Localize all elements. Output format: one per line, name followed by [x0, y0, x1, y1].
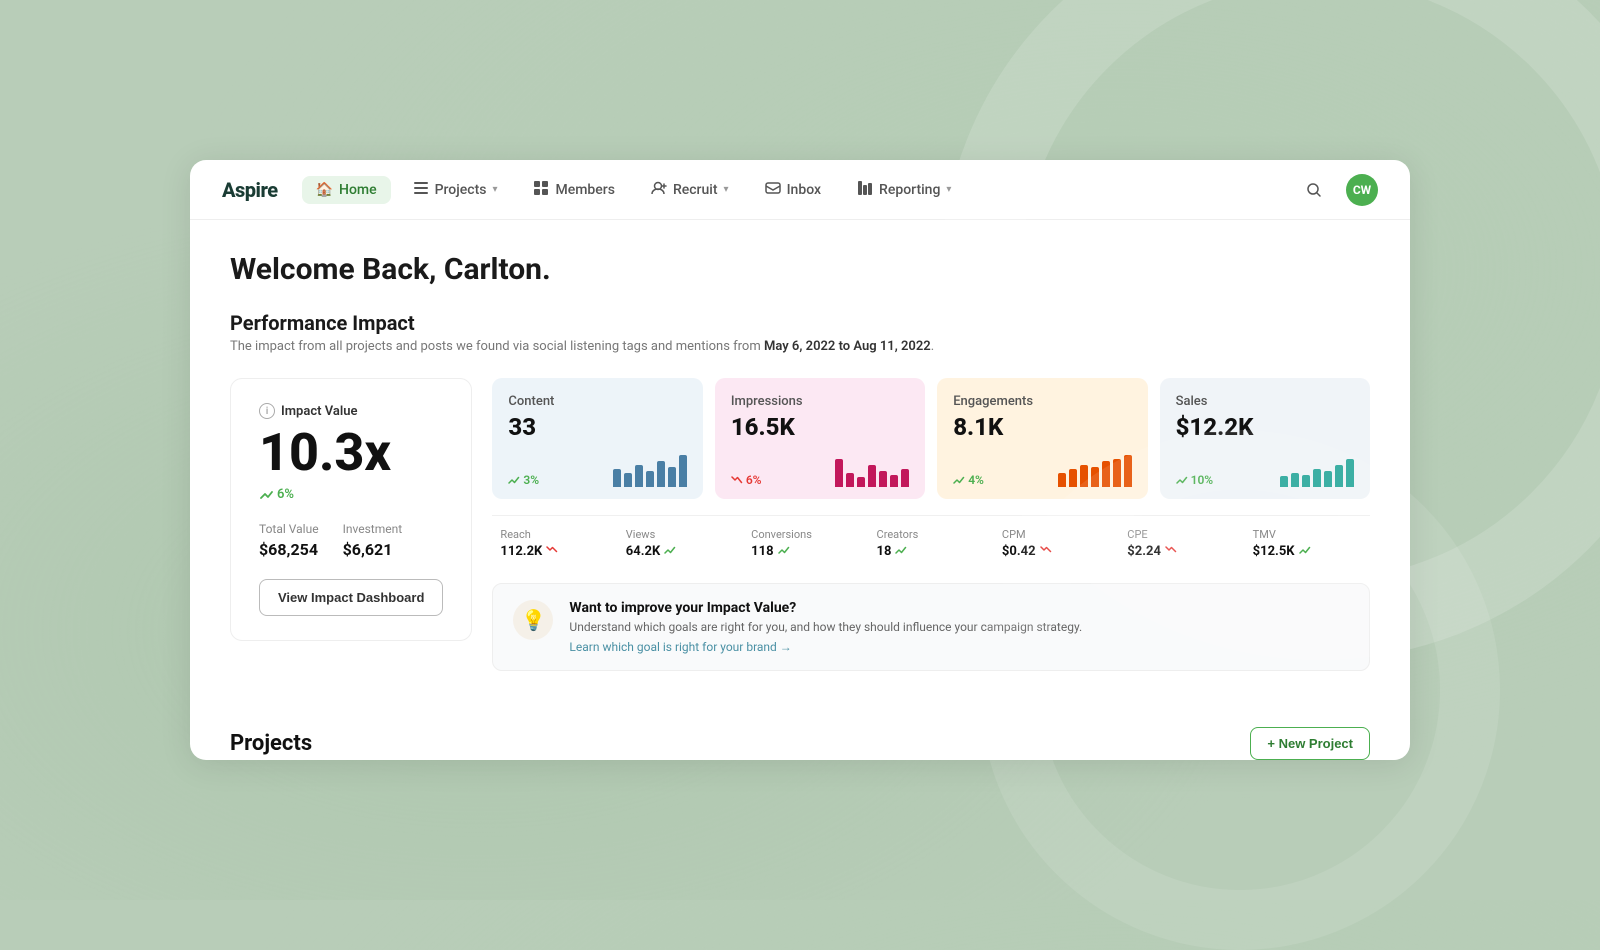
total-value-stat: Total Value $68,254 [259, 522, 319, 559]
lightbulb-icon: 💡 [513, 600, 553, 640]
impact-value-box: i Impact Value 10.3x 6% Total Value $68,… [230, 378, 472, 641]
reporting-chevron-icon: ▾ [946, 184, 951, 195]
nav-inbox[interactable]: Inbox [751, 174, 835, 206]
sales-chart [1280, 451, 1354, 487]
view-impact-dashboard-button[interactable]: View Impact Dashboard [259, 579, 443, 616]
impressions-chart [835, 451, 909, 487]
cpe-trend-icon [1165, 545, 1177, 558]
metric-card-sales: Sales $12.2K 10% [1160, 378, 1370, 499]
improve-link[interactable]: Learn which goal is right for your brand… [569, 640, 1082, 654]
section-subtitle: The impact from all projects and posts w… [230, 339, 1370, 354]
impressions-trend: 6% [731, 473, 762, 487]
user-avatar[interactable]: CW [1346, 174, 1378, 206]
new-project-button[interactable]: + New Project [1250, 727, 1370, 760]
section-title: Performance Impact [230, 311, 1370, 335]
engagements-chart [1058, 451, 1132, 487]
nav-projects[interactable]: Projects ▾ [399, 174, 512, 206]
metric-cards-row: Content 33 3% [492, 378, 1370, 499]
tmv-trend-icon [1299, 545, 1311, 558]
members-icon [533, 180, 549, 200]
navbar: Aspire 🏠 Home Projects ▾ Members Recruit… [190, 160, 1410, 220]
stat-tmv: TMV $12.5K [1245, 520, 1370, 567]
sales-trend: 10% [1176, 473, 1214, 487]
cpm-trend-icon [1040, 545, 1052, 558]
metric-card-content: Content 33 3% [492, 378, 702, 499]
improve-impact-card: 💡 Want to improve your Impact Value? Und… [492, 583, 1370, 671]
improve-content: Want to improve your Impact Value? Under… [569, 600, 1082, 654]
inbox-icon [765, 180, 781, 200]
content-trend: 3% [508, 473, 539, 487]
nav-recruit[interactable]: Recruit ▾ [637, 174, 743, 206]
conversions-trend-icon [778, 545, 790, 558]
projects-header: Projects + New Project [190, 703, 1410, 760]
projects-title: Projects [230, 731, 312, 756]
creators-trend-icon [895, 545, 907, 558]
search-button[interactable] [1298, 174, 1330, 206]
main-card: Aspire 🏠 Home Projects ▾ Members Recruit… [190, 160, 1410, 760]
home-icon: 🏠 [316, 182, 333, 198]
impact-info-icon[interactable]: i [259, 403, 275, 419]
impact-stats: Total Value $68,254 Investment $6,621 [259, 522, 443, 559]
engagements-trend: 4% [953, 473, 984, 487]
reporting-icon [857, 180, 873, 200]
nav-home[interactable]: 🏠 Home [302, 176, 391, 204]
performance-grid: i Impact Value 10.3x 6% Total Value $68,… [230, 378, 1370, 671]
welcome-title: Welcome Back, Carlton. [230, 252, 1370, 287]
stat-conversions: Conversions 118 [743, 520, 868, 567]
metric-card-engagements: Engagements 8.1K 4% [937, 378, 1147, 499]
small-stats-row: Reach 112.2K Views 64.2K [492, 515, 1370, 567]
metric-card-impressions: Impressions 16.5K 6% [715, 378, 925, 499]
impact-trend: 6% [259, 487, 443, 502]
app-logo: Aspire [222, 178, 278, 202]
stat-views: Views 64.2K [618, 520, 743, 567]
stat-reach: Reach 112.2K [492, 520, 617, 567]
reach-trend-icon [546, 545, 558, 558]
impact-number: 10.3x [259, 427, 443, 479]
page-content: Welcome Back, Carlton. Performance Impac… [190, 220, 1410, 703]
recruit-chevron-icon: ▾ [724, 184, 729, 195]
stat-creators: Creators 18 [869, 520, 994, 567]
projects-icon [413, 180, 429, 200]
metrics-column: Content 33 3% [492, 378, 1370, 671]
nav-reporting[interactable]: Reporting ▾ [843, 174, 965, 206]
impact-label-row: i Impact Value [259, 403, 443, 419]
projects-chevron-icon: ▾ [492, 184, 497, 195]
stat-cpe: CPE $2.24 [1119, 520, 1244, 567]
content-chart [613, 451, 687, 487]
views-trend-icon [664, 545, 676, 558]
recruit-icon [651, 180, 667, 200]
nav-members[interactable]: Members [519, 174, 628, 206]
stat-cpm: CPM $0.42 [994, 520, 1119, 567]
investment-stat: Investment $6,621 [343, 522, 403, 559]
